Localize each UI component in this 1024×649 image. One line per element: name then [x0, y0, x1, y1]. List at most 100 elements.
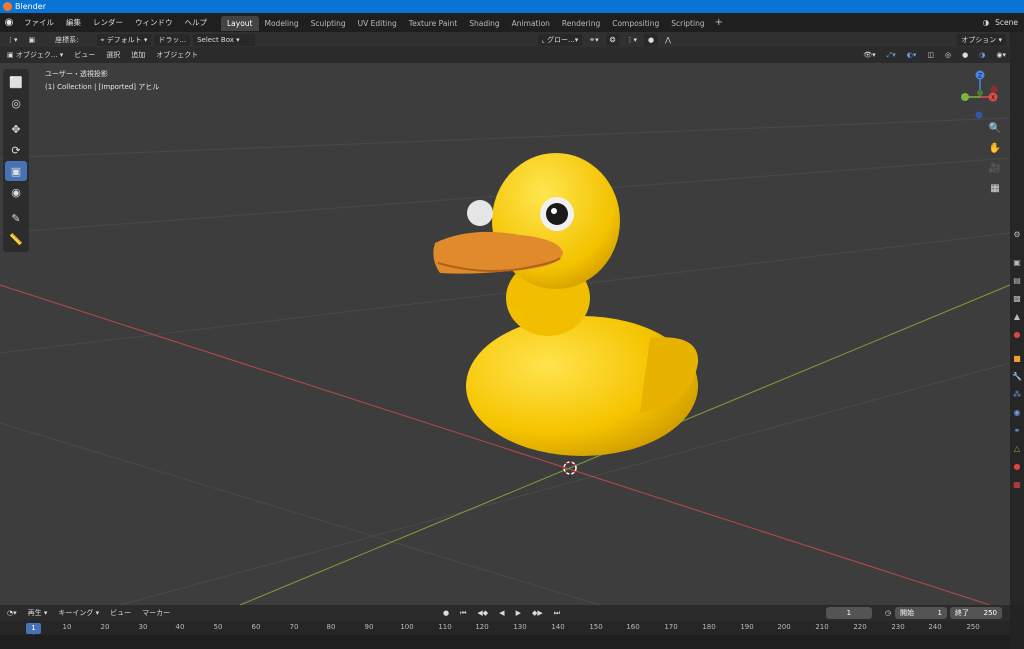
- navigation-gizmo[interactable]: Z X: [950, 67, 1010, 127]
- menu-playback[interactable]: 再生 ▾: [24, 607, 52, 619]
- view-layer-icon[interactable]: ▩: [1012, 294, 1022, 304]
- shading-wireframe-icon[interactable]: ◎: [941, 49, 955, 61]
- 3d-cursor-icon[interactable]: [563, 459, 577, 478]
- menu-timeline-view[interactable]: ビュー: [106, 607, 135, 619]
- timeline-body[interactable]: [0, 635, 1010, 649]
- prev-keyframe-icon[interactable]: ◀◆: [473, 607, 492, 619]
- rotate-tool-icon[interactable]: ⟳: [5, 140, 27, 160]
- menu-edit[interactable]: 編集: [60, 13, 87, 32]
- shading-solid-icon[interactable]: ●: [958, 49, 972, 61]
- measure-tool-icon[interactable]: 📏: [5, 229, 27, 249]
- menu-render[interactable]: レンダー: [87, 13, 129, 32]
- menu-view[interactable]: ビュー: [70, 49, 99, 61]
- snap-toggle-icon[interactable]: ❂: [605, 33, 620, 46]
- modifier-properties-icon[interactable]: 🔧: [1012, 372, 1022, 382]
- tab-uv-editing[interactable]: UV Editing: [352, 16, 403, 31]
- particle-properties-icon[interactable]: ⁂: [1012, 390, 1022, 400]
- visibility-icon[interactable]: 👁▾: [859, 49, 879, 61]
- pan-hand-icon[interactable]: ✋: [987, 143, 1003, 159]
- add-workspace-button[interactable]: +: [711, 17, 727, 28]
- menu-window[interactable]: ウィンドウ: [129, 13, 179, 32]
- output-properties-icon[interactable]: ▤: [1012, 276, 1022, 286]
- duck-model[interactable]: [433, 153, 699, 456]
- material-properties-icon[interactable]: ●: [1012, 462, 1022, 472]
- transform-orientation-value: グロー...: [547, 35, 575, 44]
- transform-orientation-dropdown[interactable]: ⌞ グロー...▾: [537, 33, 583, 46]
- tab-rendering[interactable]: Rendering: [556, 16, 606, 31]
- scene-icon: ◑: [982, 18, 990, 27]
- gizmo-x-neg[interactable]: [990, 85, 998, 93]
- scene-properties-icon[interactable]: ▲: [1012, 312, 1022, 322]
- tab-shading[interactable]: Shading: [463, 16, 505, 31]
- menu-keying[interactable]: キーイング ▾: [54, 607, 103, 619]
- object-properties-icon[interactable]: ■: [1012, 354, 1022, 364]
- gizmo-y-neg[interactable]: [961, 93, 969, 101]
- tab-modeling[interactable]: Modeling: [259, 16, 305, 31]
- mode-icon[interactable]: ▣: [25, 34, 40, 46]
- camera-view-icon[interactable]: 🎥: [987, 163, 1003, 179]
- next-keyframe-icon[interactable]: ◆▶: [528, 607, 547, 619]
- tab-scripting[interactable]: Scripting: [665, 16, 710, 31]
- gizmo-toggle-icon[interactable]: ⤢▾: [883, 49, 900, 61]
- menu-select[interactable]: 選択: [102, 49, 124, 61]
- shading-rendered-icon[interactable]: ◉▾: [992, 49, 1010, 61]
- tool-properties-icon[interactable]: ⚙: [1012, 230, 1022, 240]
- frame-end-field[interactable]: 終了 250: [950, 607, 1002, 619]
- xray-toggle-icon[interactable]: ◫: [923, 49, 938, 61]
- overlay-toggle-icon[interactable]: ◐▾: [903, 49, 921, 61]
- annotate-tool-icon[interactable]: ✎: [5, 208, 27, 228]
- orientation-dropdown[interactable]: ⌖ デフォルト ▾: [96, 33, 152, 46]
- menu-add[interactable]: 追加: [127, 49, 149, 61]
- scene-selector[interactable]: ◑ Scene: [983, 13, 1018, 32]
- gizmo-z-neg[interactable]: [975, 111, 983, 119]
- gizmo-x-label: X: [991, 95, 995, 102]
- object-mode-dropdown[interactable]: ▣ オブジェク... ▾: [3, 49, 67, 61]
- jump-end-icon[interactable]: ⏭: [550, 607, 564, 619]
- timeline-editor-icon[interactable]: ◔▾: [3, 607, 21, 619]
- gizmo-y-axis[interactable]: [977, 90, 983, 96]
- pivot-point-icon[interactable]: ⚭▾: [585, 34, 602, 46]
- current-frame-field[interactable]: 1: [825, 607, 872, 619]
- editor-type-icon[interactable]: ⋮▾: [3, 34, 22, 46]
- window-title: Blender: [15, 2, 46, 11]
- world-properties-icon[interactable]: ●: [1012, 330, 1022, 340]
- shading-material-icon[interactable]: ◑: [975, 49, 989, 61]
- play-icon[interactable]: ▶: [512, 607, 525, 619]
- tab-compositing[interactable]: Compositing: [606, 16, 665, 31]
- snap-target-icon[interactable]: ⋮▾: [622, 34, 641, 46]
- menu-help[interactable]: ヘルプ: [179, 13, 214, 32]
- tab-sculpting[interactable]: Sculpting: [305, 16, 352, 31]
- record-icon[interactable]: ●: [439, 607, 453, 619]
- tab-animation[interactable]: Animation: [506, 16, 556, 31]
- physics-properties-icon[interactable]: ◉: [1012, 408, 1022, 418]
- select-box-tool-icon[interactable]: ⬜: [5, 72, 27, 92]
- timeline-ruler[interactable]: 1 10 20 30 40 50 60 70 80 90 100 110 120…: [0, 621, 1010, 635]
- current-frame-indicator[interactable]: 1: [26, 623, 41, 634]
- zoom-icon[interactable]: 🔍: [987, 123, 1003, 139]
- frame-start-field[interactable]: 開始 1: [895, 607, 947, 619]
- constraint-properties-icon[interactable]: ⚭: [1012, 426, 1022, 436]
- 3d-viewport[interactable]: ユーザー・透視投影 (1) Collection | [Imported] アヒ…: [0, 63, 1010, 605]
- preview-range-icon[interactable]: ◷: [881, 607, 895, 619]
- texture-properties-icon[interactable]: ▦: [1012, 480, 1022, 490]
- options-dropdown[interactable]: オプション ▾: [957, 33, 1006, 46]
- cursor-tool-icon[interactable]: ◎: [5, 93, 27, 113]
- menu-object[interactable]: オブジェクト: [152, 49, 202, 61]
- scale-tool-icon[interactable]: ▣: [5, 161, 27, 181]
- drag-dropdown[interactable]: ドラッ...: [154, 33, 191, 46]
- tab-layout[interactable]: Layout: [221, 16, 259, 31]
- blender-logo-icon[interactable]: ◉: [0, 17, 18, 28]
- falloff-icon[interactable]: ⋀: [661, 34, 675, 46]
- menu-marker[interactable]: マーカー: [138, 607, 174, 619]
- ortho-grid-icon[interactable]: ▦: [987, 183, 1003, 199]
- proportional-edit-icon[interactable]: ●: [644, 33, 659, 46]
- tab-texture-paint[interactable]: Texture Paint: [403, 16, 463, 31]
- data-properties-icon[interactable]: △: [1012, 444, 1022, 454]
- select-mode-dropdown[interactable]: Select Box ▾: [193, 33, 256, 46]
- transform-tool-icon[interactable]: ◉: [5, 182, 27, 202]
- menu-file[interactable]: ファイル: [18, 13, 60, 32]
- render-properties-icon[interactable]: ▣: [1012, 258, 1022, 268]
- play-reverse-icon[interactable]: ◀: [495, 607, 508, 619]
- move-tool-icon[interactable]: ✥: [5, 119, 27, 139]
- jump-start-icon[interactable]: ⏮: [456, 607, 470, 619]
